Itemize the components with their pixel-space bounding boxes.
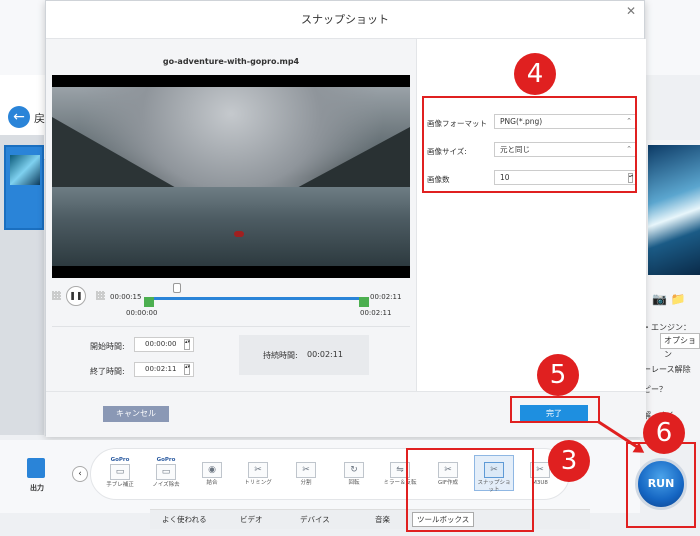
lake [52,187,410,266]
copy-label: ピー？ [643,385,667,394]
tab-device[interactable]: デバイス [300,514,330,525]
gopro-badge: GoPro [156,457,176,463]
grid-icon[interactable] [52,291,61,300]
annotation-box-snapshot-tool [406,448,534,532]
option-button[interactable]: オプション [660,333,700,359]
mountain-left [52,117,192,197]
duration-value: 00:02:11 [307,350,343,359]
scroll-left-button[interactable]: ‹ [72,466,88,482]
back-label: 戻 [34,112,45,125]
dialog-title: スナップショット [46,1,644,39]
end-time: 00:02:11 [370,293,402,301]
end-time-spinner[interactable]: ▴▾ [184,364,190,375]
preview-pane: go-adventure-with-gopro.mp4 ❚❚ 00:00:15 … [46,39,416,391]
camera-icon[interactable]: 📷 📁 [652,292,686,306]
tool-label: 結合 [206,480,218,486]
playhead-handle[interactable] [173,283,181,293]
stabilize-icon: ▭ [110,464,130,480]
video-filename: go-adventure-with-gopro.mp4 [162,57,300,66]
pause-button[interactable]: ❚❚ [66,286,86,306]
split-icon: ✂ [296,462,316,478]
duration-box: 持続時間: 00:02:11 [239,335,369,375]
start-time-label: 開始時間: [90,342,125,351]
annotation-box-settings [422,96,637,193]
folder-icon[interactable]: 📁 [671,292,686,306]
output-settings-icon[interactable] [27,458,45,478]
close-icon[interactable]: ✕ [626,4,636,18]
rotate-icon: ↻ [344,462,364,478]
gopro-badge: GoPro [110,457,130,463]
denoise-icon: ▭ [156,464,176,480]
tool-denoise[interactable]: GoPro ▭ ノイズ除去 [146,455,186,489]
range-start: 00:00:00 [126,309,158,317]
engine-label: ・エンジン： [643,323,691,332]
annotation-number-3: 3 [548,440,590,482]
grid-icon[interactable] [96,291,105,300]
annotation-number-6: 6 [643,412,685,454]
tab-popular[interactable]: よく使われる [162,514,207,525]
merge-icon: ◉ [202,462,222,478]
back-arrow-icon[interactable]: ← [8,106,30,128]
trim-end-marker[interactable] [359,297,369,307]
annotation-number-5: 5 [537,354,579,396]
tab-music[interactable]: 音楽 [375,514,390,525]
tool-label: 手ブレ補正 [106,482,134,488]
current-time: 00:00:15 [110,293,142,301]
tool-label: トリミング [244,480,272,486]
tab-video[interactable]: ビデオ [240,514,263,525]
thumbnail-image [10,155,40,185]
tool-split[interactable]: ✂ 分割 [286,455,326,487]
trim-track[interactable] [148,297,365,300]
cancel-button[interactable]: キャンセル [103,406,169,422]
start-time-spinner[interactable]: ▴▾ [184,339,190,350]
tool-merge[interactable]: ◉ 結合 [192,455,232,487]
tool-trim[interactable]: ✂ トリミング [238,455,278,487]
trim-start-marker[interactable] [144,297,154,307]
kayak [234,231,244,237]
duration-label: 持続時間: [263,351,298,360]
tool-label: 分割 [300,480,312,486]
deinterlace-label: ーレース解除 [643,365,691,374]
end-time-label: 終了時間: [90,367,125,376]
output-label: 出力 [30,484,44,492]
tool-label: 回転 [348,480,360,486]
tool-label: ノイズ除去 [152,482,180,488]
preview-image [648,145,700,275]
annotation-number-4: 4 [514,53,556,95]
tool-rotate[interactable]: ↻ 回転 [334,455,374,487]
file-thumbnail[interactable] [4,145,44,230]
annotation-box-done [510,396,600,423]
trim-icon: ✂ [248,462,268,478]
range-end: 00:02:11 [360,309,392,317]
video-preview[interactable] [52,75,410,278]
tool-stabilize[interactable]: GoPro ▭ 手ブレ補正 [100,455,140,489]
video-frame [52,87,410,266]
divider [52,326,410,327]
